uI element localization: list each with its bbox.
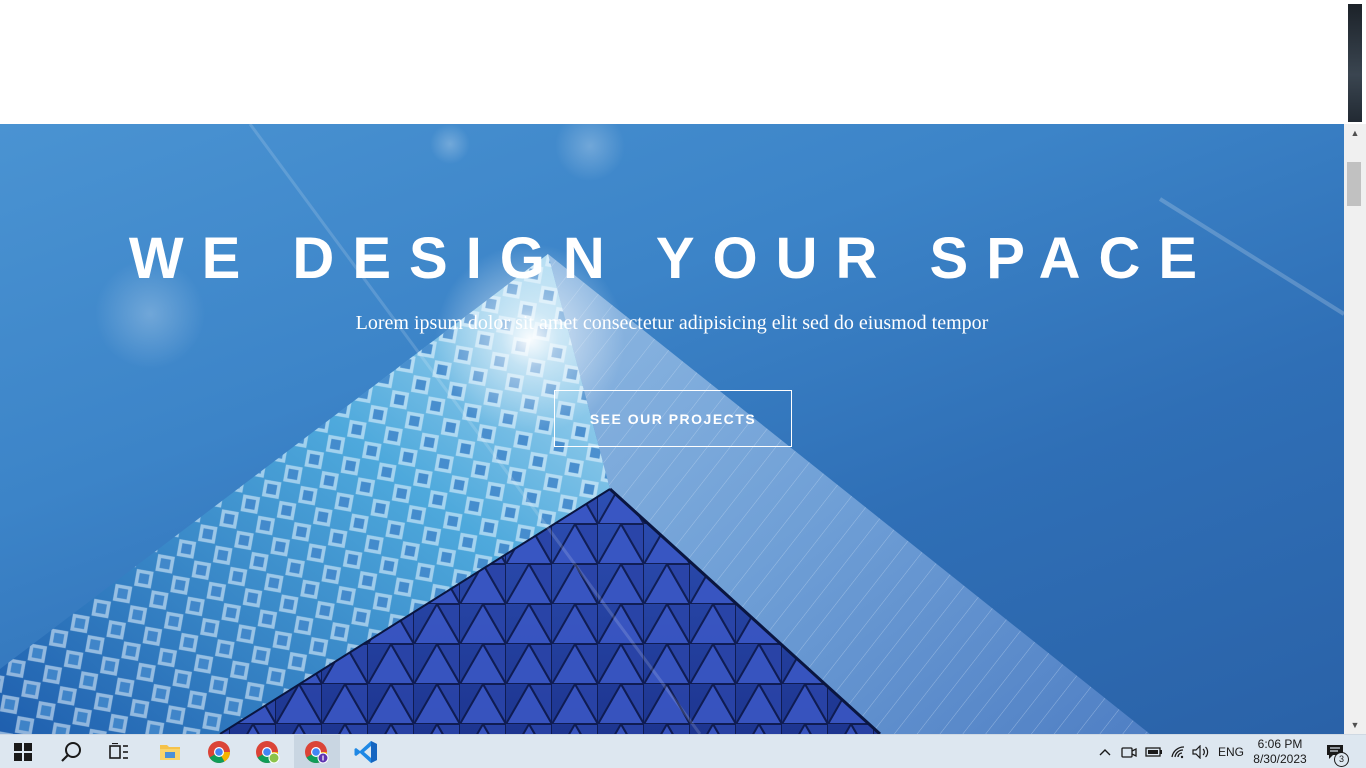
start-button[interactable] (0, 735, 46, 768)
scroll-down-icon[interactable]: ▼ (1344, 716, 1366, 734)
chrome-incognito-icon (305, 741, 329, 764)
speaker-icon (1192, 745, 1209, 759)
windows-taskbar: ENG 6:06 PM 8/30/2023 (0, 734, 1366, 768)
file-explorer-icon (160, 745, 180, 760)
chrome-profile-button[interactable] (245, 735, 291, 768)
file-explorer-button[interactable] (147, 735, 193, 768)
tray-battery-button[interactable] (1142, 735, 1166, 768)
browser-blank-header (0, 0, 1344, 126)
tray-clock[interactable]: 6:06 PM 8/30/2023 (1246, 737, 1314, 767)
tray-volume-button[interactable] (1190, 735, 1212, 768)
scroll-up-icon[interactable]: ▲ (1344, 124, 1366, 142)
clock-time: 6:06 PM (1257, 737, 1303, 751)
tray-wifi-button[interactable] (1167, 735, 1189, 768)
notification-count-badge: 3 (1334, 752, 1349, 767)
hero-section: WE DESIGN YOUR SPACE Lorem ipsum dolor s… (0, 124, 1344, 734)
window-edge (1344, 0, 1366, 126)
hero-title: WE DESIGN YOUR SPACE (128, 226, 1216, 291)
task-view-icon (109, 743, 128, 759)
start-icon (14, 743, 32, 761)
chrome-incognito-button[interactable] (294, 735, 340, 768)
chevron-up-icon (1099, 749, 1111, 756)
chrome-button[interactable] (196, 735, 242, 768)
search-icon (61, 742, 81, 762)
vscode-button[interactable] (343, 735, 389, 768)
tray-chevron-button[interactable] (1094, 735, 1116, 768)
task-view-button[interactable] (96, 735, 142, 768)
camera-icon (1121, 747, 1137, 758)
page-scrollbar[interactable]: ▲ ▼ (1344, 124, 1366, 734)
battery-icon (1145, 747, 1162, 757)
tray-meet-button[interactable] (1118, 735, 1140, 768)
vscode-icon (354, 741, 377, 763)
see-our-projects-button[interactable]: SEE OUR PROJECTS (554, 390, 792, 447)
hero-subtitle: Lorem ipsum dolor sit amet consectetur a… (355, 312, 989, 334)
scrollbar-thumb[interactable] (1347, 162, 1361, 206)
window-edge-dark (1348, 4, 1362, 122)
chrome-icon (208, 741, 230, 763)
tray-language[interactable]: ENG (1214, 735, 1248, 768)
screen: WE DESIGN YOUR SPACE Lorem ipsum dolor s… (0, 0, 1366, 768)
search-button[interactable] (48, 735, 94, 768)
wifi-icon (1171, 746, 1185, 759)
chrome-profile-icon (256, 741, 280, 764)
clock-date: 8/30/2023 (1253, 752, 1307, 766)
